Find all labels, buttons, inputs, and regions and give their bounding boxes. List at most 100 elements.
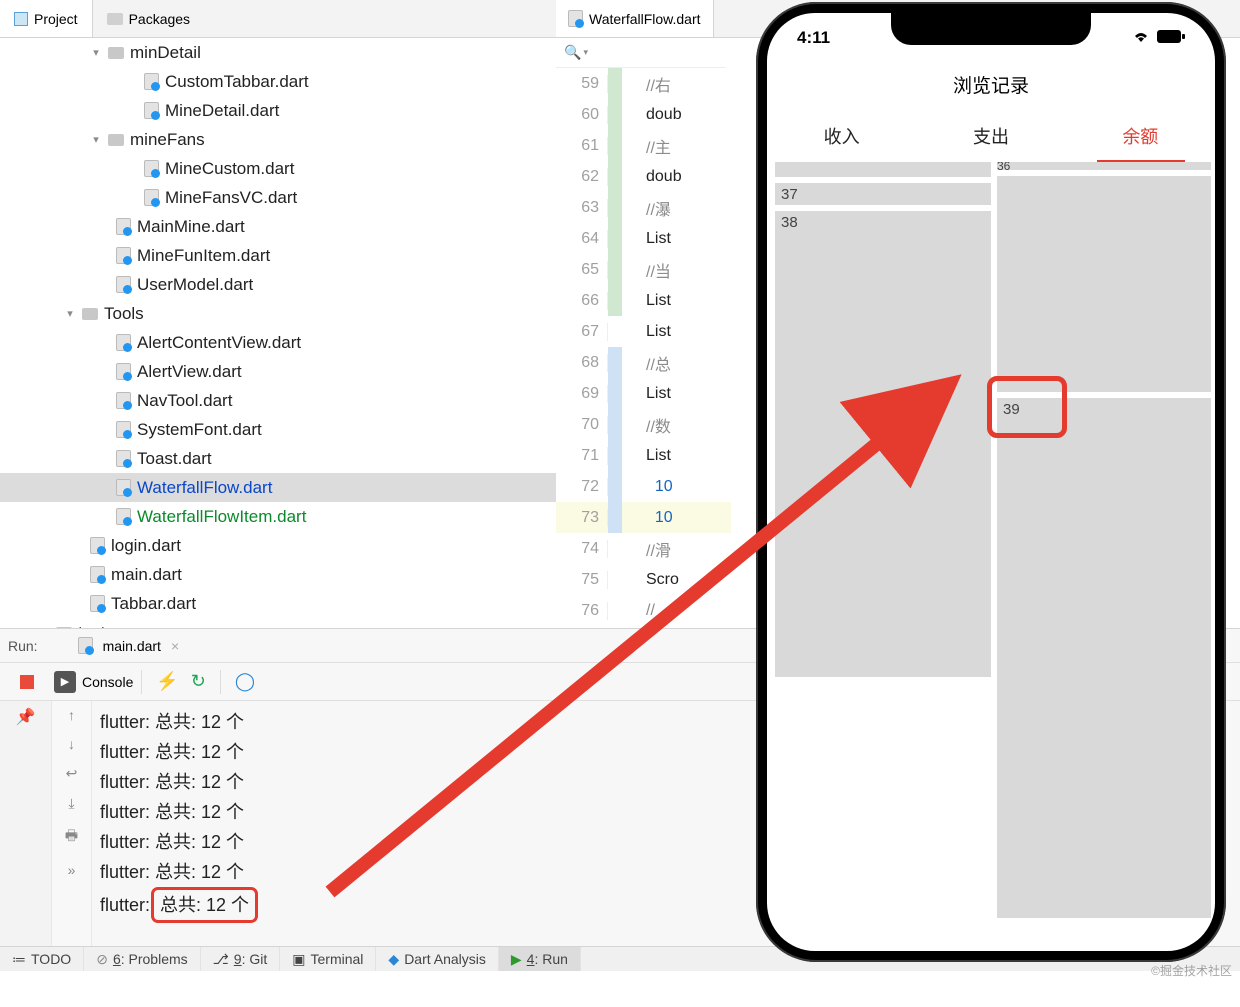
dart-analysis-tab[interactable]: ◆Dart Analysis: [376, 947, 498, 971]
dart-file-icon: [116, 421, 131, 438]
tree-item[interactable]: AlertView.dart: [0, 357, 556, 386]
line-number: 60: [556, 106, 608, 124]
console-label[interactable]: Console: [82, 674, 133, 690]
code-line[interactable]: 59//右: [556, 68, 731, 99]
tree-item[interactable]: WaterfallFlow.dart: [0, 473, 556, 502]
pin-icon[interactable]: 📌: [16, 707, 36, 727]
problems-tab[interactable]: ⊘6: Problems: [84, 947, 200, 971]
phone-mock: 4:11 浏览记录 收入 支出 余额 37 38 36: [756, 2, 1226, 962]
code-line[interactable]: 61//主: [556, 130, 731, 161]
waterfall-area[interactable]: 37 38 36 39: [767, 162, 1215, 922]
tree-item[interactable]: WaterfallFlowItem.dart: [0, 502, 556, 531]
tree-item[interactable]: ▾ minDetail: [0, 38, 556, 67]
rerun-button[interactable]: ▶: [54, 671, 76, 693]
tree-item[interactable]: UserModel.dart: [0, 270, 556, 299]
close-icon[interactable]: ×: [171, 638, 179, 654]
code-line[interactable]: 75Scro: [556, 564, 731, 595]
wf-card-36[interactable]: 36: [997, 162, 1211, 170]
seg-expense[interactable]: 支出: [916, 112, 1065, 160]
print-icon[interactable]: 🖶: [65, 825, 78, 849]
project-tab[interactable]: Project: [0, 0, 93, 37]
tree-item[interactable]: main.dart: [0, 560, 556, 589]
scroll-end-icon[interactable]: ⤓: [68, 795, 74, 812]
folder-icon: [108, 47, 124, 59]
tree-item[interactable]: MineFunItem.dart: [0, 241, 556, 270]
line-number: 74: [556, 540, 608, 558]
seg-balance[interactable]: 余额: [1066, 112, 1215, 160]
tree-item[interactable]: CustomTabbar.dart: [0, 67, 556, 96]
tree-item[interactable]: ▾Tools: [0, 299, 556, 328]
code-line[interactable]: 69 List: [556, 378, 731, 409]
run-tab-main[interactable]: main.dart: [103, 638, 161, 654]
folder-icon: [108, 134, 124, 146]
chevron-icon[interactable]: ▾: [64, 307, 76, 320]
chevron-icon[interactable]: ▾: [90, 133, 102, 146]
tree-item[interactable]: AlertContentView.dart: [0, 328, 556, 357]
todo-tab[interactable]: ≔TODO: [0, 947, 84, 971]
code-line[interactable]: 71List: [556, 440, 731, 471]
line-number: 69: [556, 385, 608, 403]
code-line[interactable]: 64List: [556, 223, 731, 254]
chevron-icon[interactable]: ▾: [90, 46, 102, 59]
arrow-down-icon[interactable]: ↓: [68, 736, 75, 752]
tree-item[interactable]: MineCustom.dart: [0, 154, 556, 183]
code-line[interactable]: 73 10: [556, 502, 731, 533]
code-line[interactable]: 72 10: [556, 471, 731, 502]
tree-item[interactable]: NavTool.dart: [0, 386, 556, 415]
code-line[interactable]: 63//瀑: [556, 192, 731, 223]
reload-icon[interactable]: ↻: [191, 671, 206, 692]
tree-item[interactable]: login.dart: [0, 531, 556, 560]
devtools-icon[interactable]: ◯: [235, 671, 255, 692]
tree-item[interactable]: MineFansVC.dart: [0, 183, 556, 212]
run-tab[interactable]: ▶4: Run: [499, 947, 581, 971]
tree-item[interactable]: Tabbar.dart: [0, 589, 556, 618]
tree-item-label: mineFans: [130, 130, 205, 150]
tree-item-label: Toast.dart: [137, 449, 212, 469]
tree-item-label: minDetail: [130, 43, 201, 63]
project-tree[interactable]: ▾ minDetail CustomTabbar.dart MineDetail.da…: [0, 38, 556, 630]
code-line[interactable]: 68//总: [556, 347, 731, 378]
terminal-tab[interactable]: ▣Terminal: [280, 947, 376, 971]
code-line[interactable]: 76//: [556, 595, 731, 626]
wf-card-37[interactable]: 37: [775, 183, 991, 205]
editor-tab-waterfall[interactable]: WaterfallFlow.dart: [556, 0, 714, 37]
wf-card-38[interactable]: 38: [775, 211, 991, 677]
code-line[interactable]: 65//当: [556, 254, 731, 285]
editor-search[interactable]: 🔍 ▾: [556, 38, 726, 68]
editor-gutter-code[interactable]: 59//右60doub61//主62doub63//瀑64List65//当66…: [556, 68, 731, 628]
wf-card[interactable]: [997, 176, 1211, 392]
packages-tab[interactable]: Packages: [93, 0, 204, 37]
dart-file-icon: [144, 160, 159, 177]
lightning-icon[interactable]: ⚡: [156, 671, 178, 692]
vcs-mark: [608, 564, 622, 595]
tree-item[interactable]: Toast.dart: [0, 444, 556, 473]
code-line[interactable]: 70//数: [556, 409, 731, 440]
tree-item-label: CustomTabbar.dart: [165, 72, 309, 92]
code-line[interactable]: 62doub: [556, 161, 731, 192]
arrow-up-icon[interactable]: ↑: [68, 707, 75, 723]
code-line[interactable]: 66List: [556, 285, 731, 316]
dart-file-icon: [144, 102, 159, 119]
wf-card-39[interactable]: 39: [997, 398, 1211, 918]
git-tab[interactable]: ⎇9: Git: [201, 947, 281, 971]
seg-income[interactable]: 收入: [767, 112, 916, 160]
soft-wrap-icon[interactable]: ↩: [66, 765, 78, 782]
vcs-mark: [608, 285, 622, 316]
vcs-mark: [608, 192, 622, 223]
code-line[interactable]: 74//滑: [556, 533, 731, 564]
code-text: //右: [622, 72, 671, 96]
code-line[interactable]: 67List: [556, 316, 731, 347]
tree-item[interactable]: SystemFont.dart: [0, 415, 556, 444]
code-text: 10: [622, 509, 673, 527]
code-text: List: [622, 385, 671, 403]
stop-button[interactable]: [20, 675, 34, 689]
tree-item[interactable]: MainMine.dart: [0, 212, 556, 241]
wf-card[interactable]: [775, 162, 991, 177]
vcs-mark: [608, 68, 622, 99]
tree-item[interactable]: ▾ mineFans: [0, 125, 556, 154]
tree-item[interactable]: MineDetail.dart: [0, 96, 556, 125]
code-line[interactable]: 60doub: [556, 99, 731, 130]
folder-icon: [82, 308, 98, 320]
tree-item-label: Tabbar.dart: [111, 594, 196, 614]
more-icon[interactable]: »: [68, 862, 76, 878]
